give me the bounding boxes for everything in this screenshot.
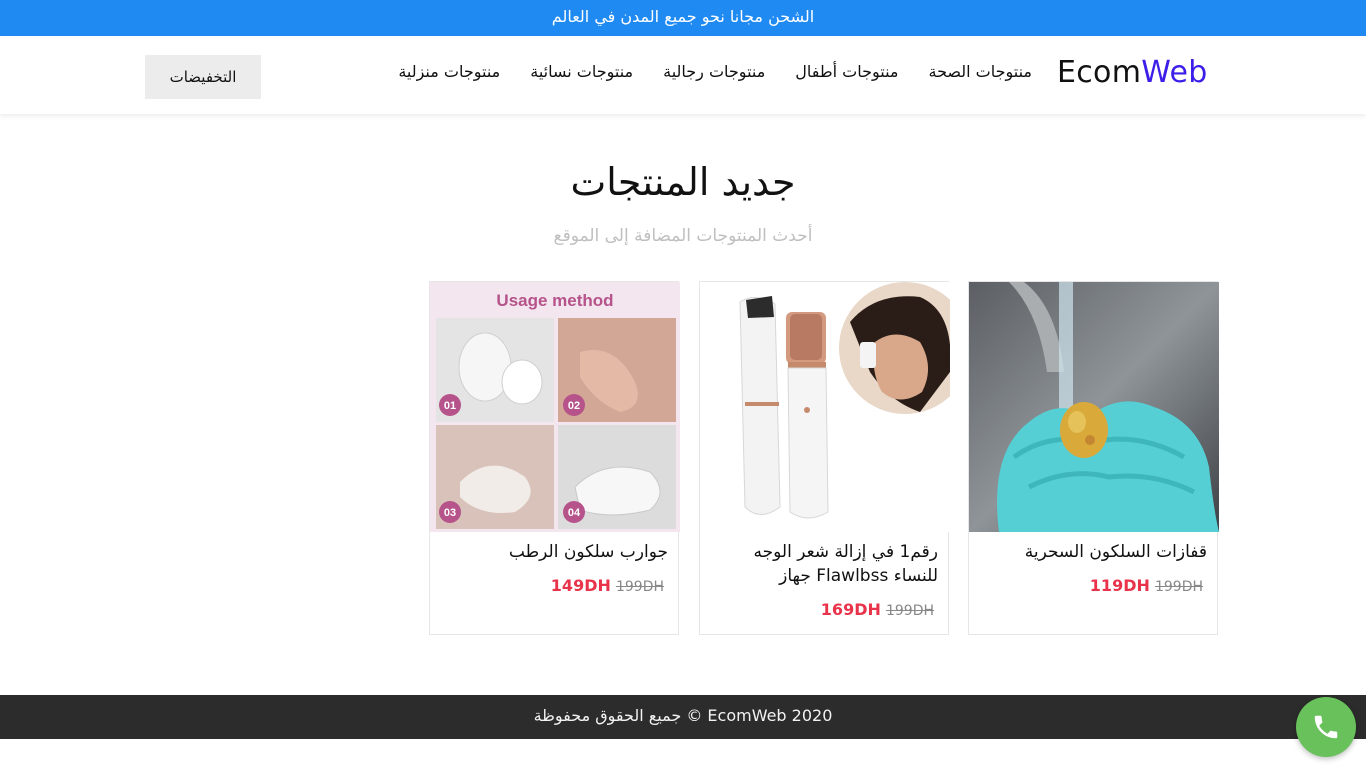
product-prices: 119DH 199DH [1090, 576, 1207, 595]
product-name[interactable]: قفازات السلكون السحرية [979, 540, 1207, 564]
shipping-banner: الشحن مجانا نحو جميع المدن في العالم [0, 0, 1366, 36]
logo-text-ecom: Ecom [1057, 55, 1142, 90]
usage-method-heading: Usage method [496, 291, 613, 310]
nav-item-women-products[interactable]: منتوجات نسائية [530, 62, 633, 81]
product-name[interactable]: جوارب سلكون الرطب [440, 540, 668, 564]
step-label-04: 04 [568, 507, 581, 519]
product-price: 149DH [550, 576, 611, 595]
product-old-price: 199DH [1154, 579, 1203, 595]
main-nav: منتوجات منزلية منتوجات نسائية منتوجات رج… [398, 62, 1032, 81]
nav-item-health-products[interactable]: منتوجات الصحة [928, 62, 1032, 81]
product-card[interactable]: Usage method 01 02 03 04 جوارب سلكون الر… [429, 281, 680, 635]
copyright-text: جميع الحقوق محفوظة © EcomWeb 2020 [533, 706, 833, 725]
product-old-price: 199DH [885, 603, 934, 619]
shipping-banner-text: الشحن مجانا نحو جميع المدن في العالم [551, 7, 815, 26]
nav-item-home-products[interactable]: منتوجات منزلية [398, 62, 500, 81]
site-logo[interactable]: EcomWeb [1057, 55, 1208, 90]
step-label-03: 03 [444, 507, 456, 519]
product-old-price: 199DH [615, 579, 664, 595]
site-footer: جميع الحقوق محفوظة © EcomWeb 2020 [0, 695, 1366, 739]
step-label-02: 02 [568, 400, 580, 412]
site-header: EcomWeb منتوجات منزلية منتوجات نسائية من… [0, 38, 1366, 114]
nav-item-kids-products[interactable]: منتوجات أطفال [795, 62, 898, 81]
call-button[interactable] [1296, 697, 1356, 757]
section-subtitle: أحدث المنتوجات المضافة إلى الموقع [553, 226, 813, 246]
sale-button[interactable]: التخفيضات [145, 55, 261, 99]
product-image-socks[interactable]: Usage method 01 02 03 04 [430, 282, 680, 532]
product-prices: 169DH 199DH [821, 600, 938, 619]
section-title: جديد المنتجات [570, 160, 796, 204]
product-image-glove[interactable] [969, 282, 1219, 532]
logo-text-web: Web [1141, 55, 1208, 90]
nav-item-men-products[interactable]: منتوجات رجالية [663, 62, 765, 81]
product-card[interactable]: رقم1 في إزالة شعر الوجه للنساء Flawlbss … [699, 281, 950, 635]
product-prices: 149DH 199DH [551, 576, 668, 595]
product-price: 169DH [820, 600, 881, 619]
phone-icon [1314, 715, 1338, 739]
product-image-hair-remover[interactable] [700, 282, 950, 532]
product-price: 119DH [1089, 576, 1150, 595]
product-card[interactable]: قفازات السلكون السحرية 119DH 199DH [968, 281, 1219, 635]
step-label-01: 01 [444, 400, 456, 412]
product-name[interactable]: رقم1 في إزالة شعر الوجه للنساء Flawlbss … [710, 540, 938, 588]
